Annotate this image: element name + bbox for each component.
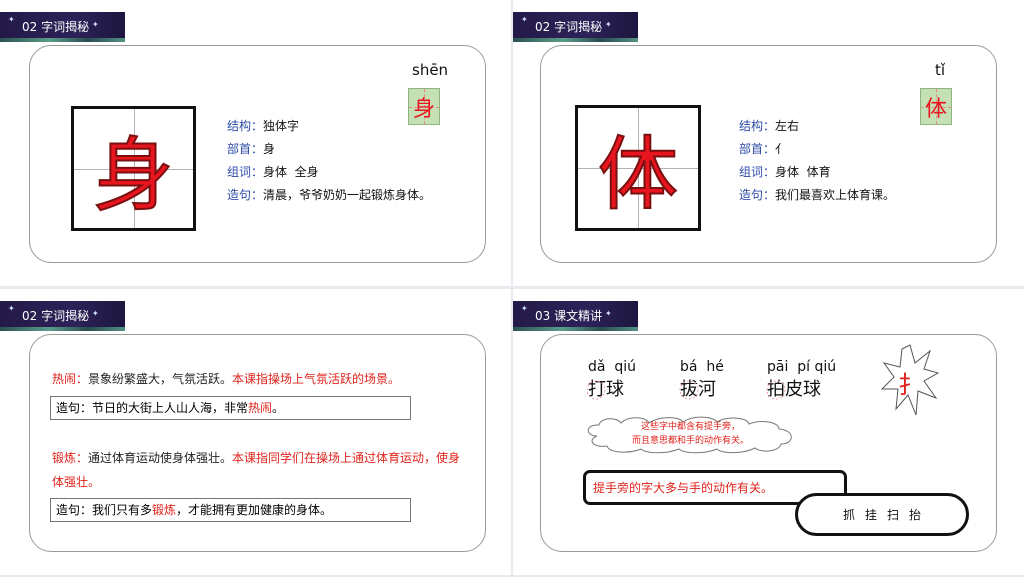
structure-value: 独体字 bbox=[263, 119, 300, 133]
radical-circle bbox=[587, 380, 606, 400]
example-char: 挂 bbox=[864, 508, 877, 522]
sentence-end: ，才能拥有更加健康的身体。 bbox=[176, 503, 333, 517]
radical-highlights bbox=[587, 380, 786, 400]
slide-text-analysis: ✦ ✦ 03 课文精讲 dǎ qiú 打球 bá hé 拔河 pāi pí qi… bbox=[513, 289, 1024, 575]
burst-radical: 扌 bbox=[898, 371, 922, 399]
character-info: 结构：左右 部首：亻 组词：身体 体育 造句：我们最喜欢上体育课。 bbox=[739, 115, 895, 207]
cloud-line-1: 这些字中都含有提手旁， bbox=[640, 422, 740, 432]
header-decoration bbox=[513, 327, 638, 331]
tian-grid: 体 bbox=[575, 105, 701, 231]
words-label: 组词： bbox=[227, 165, 264, 179]
structure-label: 结构： bbox=[739, 119, 776, 133]
words-value: 身体 体育 bbox=[775, 165, 831, 179]
radical-value: 亻 bbox=[775, 142, 788, 156]
term: 锻炼： bbox=[52, 451, 89, 465]
section-title: 03 课文精讲 bbox=[535, 309, 603, 323]
section-header: ✦ ✦ 02 字词揭秘 bbox=[513, 12, 638, 42]
star-icon: ✦ bbox=[521, 15, 528, 24]
radical-value: 身 bbox=[263, 142, 276, 156]
section-header: ✦ ✦ 02 字词揭秘 bbox=[0, 12, 125, 42]
definition-duanlian: 锻炼：通过体育运动使身体强壮。本课指同学们在操场上通过体育运动，使身体强壮。 bbox=[52, 446, 472, 494]
example-char: 扫 bbox=[887, 508, 900, 522]
header-decoration bbox=[0, 38, 125, 42]
tian-grid: 身 bbox=[71, 106, 196, 231]
word-pinyin: dǎ qiú bbox=[588, 359, 637, 375]
star-icon: ✦ bbox=[521, 304, 528, 313]
star-icon: ✦ bbox=[92, 20, 99, 29]
radical-label: 部首： bbox=[227, 142, 264, 156]
section-header: ✦ ✦ 02 字词揭秘 bbox=[0, 301, 125, 331]
structure-value: 左右 bbox=[775, 119, 800, 133]
section-title: 02 字词揭秘 bbox=[22, 309, 90, 323]
words-value: 身体 全身 bbox=[263, 165, 319, 179]
sentence-text: 造句：我们只有多 bbox=[56, 503, 153, 517]
thought-cloud: 这些字中都含有提手旁， 而且意思都和手的动作有关。 bbox=[583, 416, 798, 454]
slide-word-definitions: ✦ ✦ 02 字词揭秘 热闹：景象纷繁盛大，气氛活跃。本课指操场上气氛活跃的场景… bbox=[0, 289, 511, 575]
example-char: 抬 bbox=[909, 508, 922, 522]
sentence-label: 造句： bbox=[739, 188, 776, 202]
example-sentence-box: 造句：我们只有多锻炼，才能拥有更加健康的身体。 bbox=[50, 498, 411, 522]
lesson-meaning: 本课指操场上气氛活跃的场景。 bbox=[232, 372, 401, 386]
section-title: 02 字词揭秘 bbox=[22, 20, 90, 34]
sentence-value: 我们最喜欢上体育课。 bbox=[775, 188, 896, 202]
cloud-line-2: 而且意思都和手的动作有关。 bbox=[631, 436, 749, 446]
header-decoration bbox=[0, 327, 125, 331]
header-decoration bbox=[513, 38, 638, 42]
sentence-keyword: 热闹 bbox=[248, 401, 273, 415]
big-character: 身 bbox=[93, 128, 175, 223]
slide-char-ti: ✦ ✦ 02 字词揭秘 体 tǐ 体 结构：左右 部首：亻 组词：身体 体育 造… bbox=[513, 0, 1024, 286]
example-characters: 抓 挂 扫 抬 bbox=[795, 493, 969, 536]
sentence-end: 。 bbox=[272, 401, 285, 415]
section-title: 02 字词揭秘 bbox=[535, 20, 603, 34]
words-label: 组词： bbox=[739, 165, 776, 179]
definition-renao: 热闹：景象纷繁盛大，气氛活跃。本课指操场上气氛活跃的场景。 bbox=[52, 367, 472, 391]
example-sentence-box: 造句：节日的大街上人山人海，非常热闹。 bbox=[50, 396, 411, 420]
sentence-label: 造句： bbox=[227, 188, 264, 202]
small-character: 体 bbox=[924, 96, 947, 122]
radical-circle bbox=[766, 380, 786, 400]
radical-burst: 扌 bbox=[880, 343, 940, 418]
character-pinyin: tǐ bbox=[935, 61, 946, 79]
small-character-grid: 体 bbox=[920, 88, 952, 125]
character-pinyin: shēn bbox=[412, 61, 449, 79]
star-icon: ✦ bbox=[8, 15, 15, 24]
slide-char-shen: ✦ ✦ 02 字词揭秘 身 shēn 身 结构：独体字 部首：身 组词：身体 全… bbox=[0, 0, 511, 286]
star-icon: ✦ bbox=[605, 309, 612, 318]
star-icon: ✦ bbox=[8, 304, 15, 313]
word-pinyin: bá hé bbox=[680, 359, 724, 375]
sentence-text: 造句：节日的大街上人山人海，非常 bbox=[56, 401, 249, 415]
word-pinyin: pāi pí qiú bbox=[767, 359, 837, 375]
meaning: 通过体育运动使身体强壮。 bbox=[88, 451, 233, 465]
structure-label: 结构： bbox=[227, 119, 264, 133]
sentence-keyword: 锻炼 bbox=[152, 503, 177, 517]
star-icon: ✦ bbox=[92, 309, 99, 318]
star-icon: ✦ bbox=[605, 20, 612, 29]
radical-circle bbox=[679, 380, 699, 400]
meaning: 景象纷繁盛大，气氛活跃。 bbox=[88, 372, 233, 386]
radical-label: 部首： bbox=[739, 142, 776, 156]
character-info: 结构：独体字 部首：身 组词：身体 全身 造句：清晨，爷爷奶奶一起锻炼身体。 bbox=[227, 115, 431, 207]
sentence-value: 清晨，爷爷奶奶一起锻炼身体。 bbox=[263, 188, 432, 202]
example-char: 抓 bbox=[842, 508, 855, 522]
term: 热闹： bbox=[52, 372, 89, 386]
section-header: ✦ ✦ 03 课文精讲 bbox=[513, 301, 638, 331]
big-character: 体 bbox=[597, 127, 679, 222]
